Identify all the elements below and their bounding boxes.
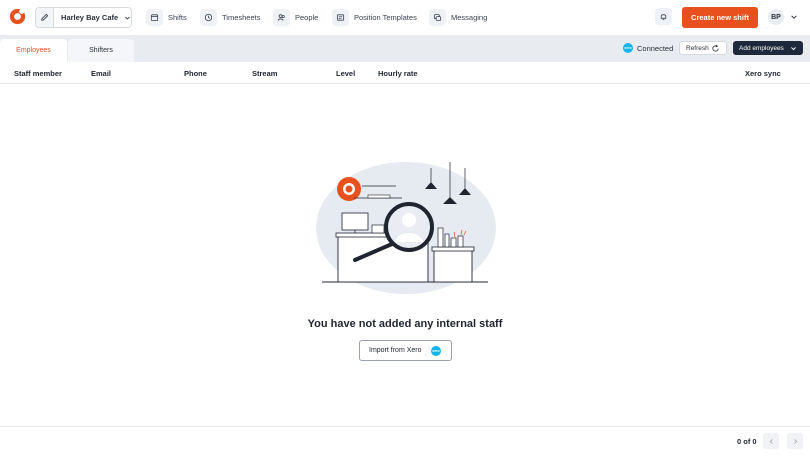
column-phone[interactable]: Phone [184, 69, 207, 78]
column-level[interactable]: Level [336, 69, 355, 78]
empty-state-message: You have not added any internal staff [307, 318, 503, 330]
venue-selector[interactable]: Harley Bay Cafe [35, 7, 132, 28]
chevron-left-icon [769, 438, 773, 444]
tab-employees[interactable]: Employees [0, 39, 67, 62]
add-employees-label: Add employees [739, 44, 784, 52]
connection-status-text: Connected [637, 43, 674, 53]
xero-logo-text: xero [432, 349, 440, 353]
column-staff-member[interactable]: Staff member [14, 69, 62, 78]
nav-position-templates-label: Position Templates [354, 13, 417, 22]
nav-messaging[interactable]: Messaging [429, 8, 487, 27]
top-bar: Harley Bay Cafe Shifts Timesheets People… [0, 0, 810, 35]
nav-shifts[interactable]: Shifts [146, 8, 187, 27]
people-icon [273, 9, 290, 26]
nav-people-label: People [295, 13, 319, 22]
import-from-xero-button[interactable]: Import from Xero xero [359, 340, 452, 361]
refresh-icon [712, 44, 719, 52]
chevron-down-icon [125, 16, 130, 20]
refresh-button[interactable]: Refresh [679, 41, 727, 55]
chevron-down-icon[interactable] [790, 13, 798, 21]
message-icon [429, 9, 446, 26]
add-employees-button[interactable]: Add employees [733, 41, 803, 55]
xero-logo-icon: xero [431, 346, 441, 356]
column-hourly-rate[interactable]: Hourly rate [378, 69, 418, 78]
empty-state-illustration [316, 162, 496, 294]
logo-icon[interactable] [9, 8, 26, 25]
pagination-count: 0 of 0 [737, 437, 757, 446]
xero-logo-icon: xero [623, 43, 633, 53]
template-icon [332, 9, 349, 26]
chevron-down-icon [791, 47, 796, 51]
xero-logo-text: xero [624, 46, 632, 50]
xero-connection-status: xero Connected [623, 43, 673, 53]
calendar-icon [146, 9, 163, 26]
venue-name: Harley Bay Cafe [61, 13, 119, 22]
refresh-button-label: Refresh [686, 44, 709, 52]
table-header: Staff member Email Phone Stream Level Ho… [0, 62, 810, 84]
nav-people[interactable]: People [273, 8, 318, 27]
avatar[interactable]: BP [768, 9, 784, 25]
next-page-button[interactable] [787, 433, 803, 449]
column-email[interactable]: Email [91, 69, 111, 78]
clock-icon [200, 9, 217, 26]
nav-messaging-label: Messaging [451, 13, 488, 22]
bell-icon[interactable] [655, 8, 672, 25]
import-from-xero-label: Import from Xero [369, 347, 422, 354]
column-stream[interactable]: Stream [252, 69, 277, 78]
tab-shifters[interactable]: Shifters [68, 39, 134, 62]
chevron-right-icon [793, 438, 797, 444]
nav-position-templates[interactable]: Position Templates [332, 8, 417, 27]
footer-divider [0, 426, 810, 427]
create-new-shift-button[interactable]: Create new shift [682, 7, 758, 28]
nav-shifts-label: Shifts [168, 13, 187, 22]
nav-timesheets[interactable]: Timesheets [200, 8, 261, 27]
column-xero-sync[interactable]: Xero sync [745, 69, 781, 78]
nav-timesheets-label: Timesheets [222, 13, 261, 22]
previous-page-button[interactable] [763, 433, 779, 449]
pencil-icon[interactable] [36, 8, 55, 27]
